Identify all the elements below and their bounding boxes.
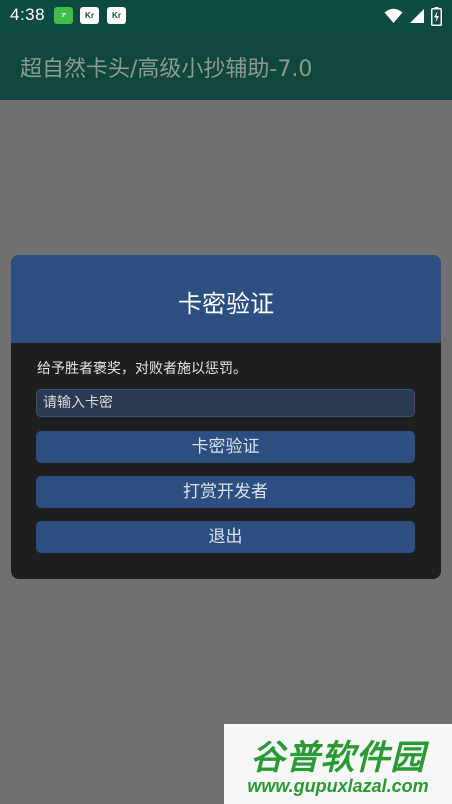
status-indicators <box>384 5 442 27</box>
dialog-title: 卡密验证 <box>178 290 274 318</box>
status-time: 4:38 <box>10 5 46 24</box>
exit-button[interactable]: 退出 <box>36 521 415 553</box>
verify-button[interactable]: 卡密验证 <box>36 431 415 463</box>
watermark-url: www.gupuxlazal.com <box>247 776 429 796</box>
kr-notification-icon: Kr <box>80 7 99 24</box>
status-bar: 4:38 ⁷ Kr Kr <box>0 0 452 32</box>
battery-charging-icon <box>431 6 442 26</box>
watermark: 谷普软件园 www.gupuxlazal.com <box>224 724 452 804</box>
watermark-brand: 谷普软件园 <box>250 738 426 778</box>
signal-icon <box>410 9 424 23</box>
wifi-icon <box>384 8 403 23</box>
card-key-dialog: 卡密验证 给予胜者褒奖，对败者施以惩罚。 卡密验证 打赏开发者 退出 <box>11 255 441 579</box>
dialog-header: 卡密验证 <box>11 255 441 343</box>
app-title: 超自然卡头/高级小抄辅助-7.0 <box>20 57 313 82</box>
app-notification-icon: ⁷ <box>54 7 73 24</box>
dialog-message: 给予胜者褒奖，对败者施以惩罚。 <box>37 361 247 377</box>
kr-notification-icon: Kr <box>107 7 126 24</box>
app-bar: 超自然卡头/高级小抄辅助-7.0 <box>0 32 452 100</box>
card-key-input[interactable] <box>36 389 415 417</box>
tip-developer-button[interactable]: 打赏开发者 <box>36 476 415 508</box>
